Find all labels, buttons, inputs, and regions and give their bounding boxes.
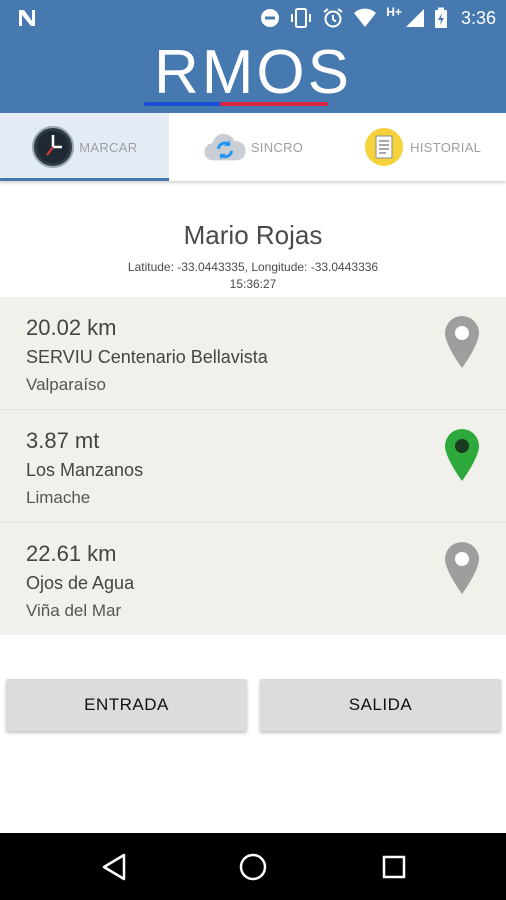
location-item[interactable]: 20.02 km SERVIU Centenario Bellavista Va… <box>0 297 506 410</box>
user-info: Mario Rojas Latitude: -33.0443335, Longi… <box>0 216 506 293</box>
home-icon[interactable] <box>237 851 269 883</box>
system-nav-bar <box>0 833 506 900</box>
location-place: Ojos de Agua <box>26 573 135 593</box>
app-header: H+ 3:36 RMOS <box>0 0 506 113</box>
tab-sincro-label: SINCRO <box>250 139 304 155</box>
location-place: Los Manzanos <box>26 460 144 480</box>
battery-charging-icon <box>434 7 447 28</box>
network-type-label: H+ <box>386 5 402 19</box>
clock-icon <box>31 125 75 169</box>
tab-marcar[interactable]: MARCAR <box>0 113 169 181</box>
app-logo: RMOS <box>144 42 356 106</box>
notification-n-icon <box>19 10 35 26</box>
logo-underline-red <box>220 102 328 106</box>
location-distance: 22.61 km <box>26 541 117 566</box>
recents-icon[interactable] <box>378 851 410 883</box>
salida-button[interactable]: SALIDA <box>260 679 501 731</box>
wifi-icon <box>354 8 377 27</box>
tab-historial[interactable]: HISTORIAL <box>337 113 506 181</box>
user-coordinates: Latitude: -33.0443335, Longitude: -33.04… <box>127 260 379 274</box>
vibrate-icon <box>291 8 312 28</box>
tab-marcar-label: MARCAR <box>79 139 138 155</box>
tab-historial-label: HISTORIAL <box>410 139 482 155</box>
status-time: 3:36 <box>460 7 496 28</box>
status-bar: H+ 3:36 <box>0 0 506 36</box>
location-place: SERVIU Centenario Bellavista <box>26 347 268 367</box>
user-timestamp: 15:36:27 <box>229 277 277 291</box>
cell-signal-icon <box>405 9 424 27</box>
location-item[interactable]: 22.61 km Ojos de Agua Viña del Mar <box>0 523 506 635</box>
app-logo-text: RMOS <box>154 38 352 107</box>
location-distance: 20.02 km <box>26 315 117 340</box>
user-name: Mario Rojas <box>183 220 323 250</box>
location-item[interactable]: 3.87 mt Los Manzanos Limache <box>0 410 506 523</box>
cloud-sync-icon <box>203 125 247 169</box>
back-icon[interactable] <box>98 851 130 883</box>
do-not-disturb-icon <box>261 9 280 27</box>
location-city: Limache <box>26 488 91 507</box>
tab-sincro[interactable]: SINCRO <box>169 113 338 181</box>
action-buttons: ENTRADA SALIDA <box>6 679 502 731</box>
location-city: Valparaíso <box>26 375 107 394</box>
location-pin-icon <box>445 542 479 594</box>
location-list: 20.02 km SERVIU Centenario Bellavista Va… <box>0 297 506 635</box>
logo-underline-blue <box>144 102 224 106</box>
entrada-button[interactable]: ENTRADA <box>6 679 247 731</box>
alarm-icon <box>323 8 343 28</box>
location-city: Viña del Mar <box>26 601 122 620</box>
history-list-icon <box>362 125 406 169</box>
location-pin-active-icon <box>445 429 479 481</box>
location-pin-icon <box>445 316 479 368</box>
location-distance: 3.87 mt <box>26 428 100 453</box>
tab-bar: MARCAR SINCRO HISTORIAL <box>0 113 506 181</box>
